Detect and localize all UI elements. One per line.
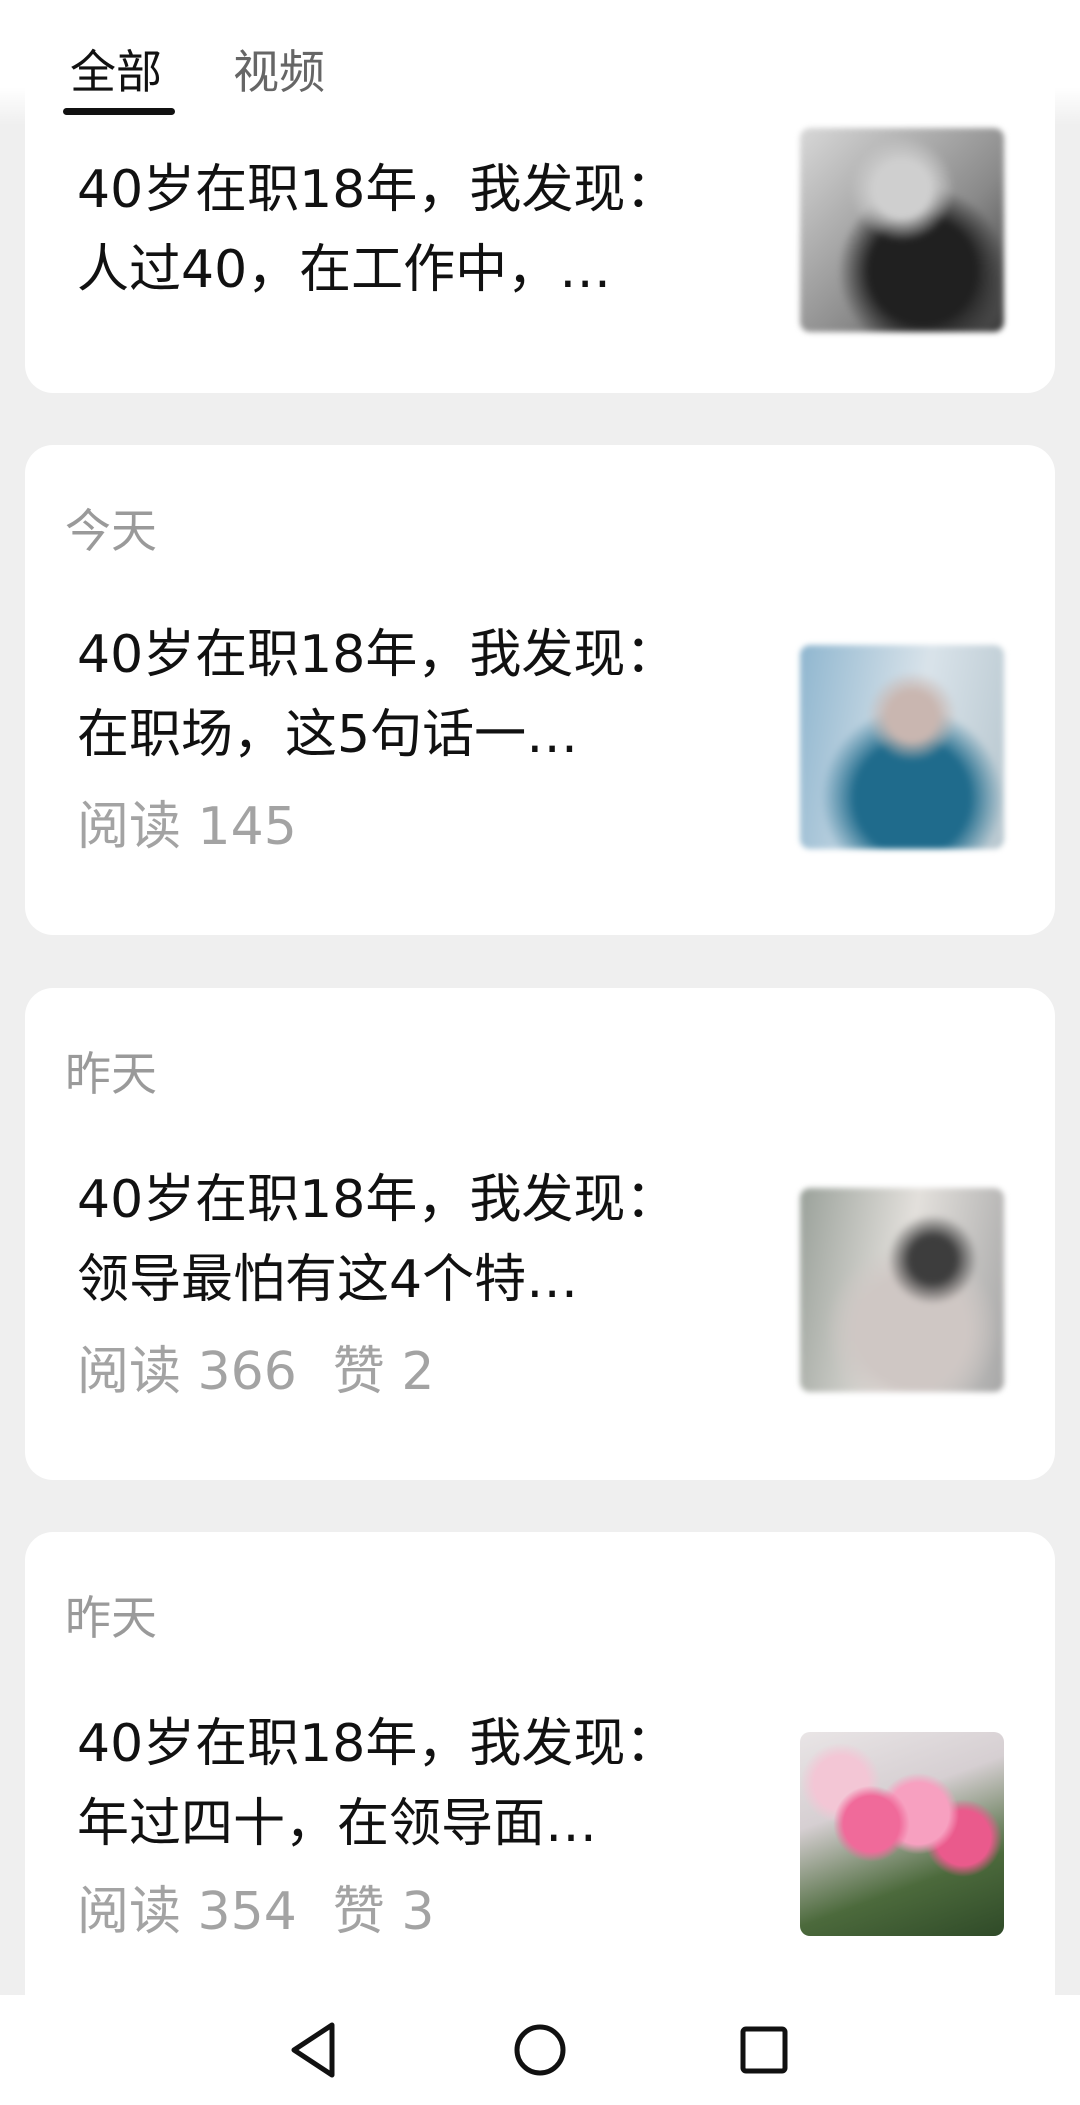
article-thumbnail xyxy=(800,128,1004,332)
article-stats: 阅读 366 赞 2 xyxy=(77,1340,434,1404)
article-title: 40岁在职18年，我发现： 年过四十，在领导面… xyxy=(77,1704,777,1864)
like-count: 赞 3 xyxy=(332,1882,435,1942)
tab-video[interactable]: 视频 xyxy=(233,44,325,100)
read-count: 阅读 366 xyxy=(77,1342,297,1402)
article-title-line1: 40岁在职18年，我发现： xyxy=(77,160,678,220)
article-card[interactable]: 昨天 40岁在职18年，我发现： 领导最怕有这4个特… 阅读 366 赞 2 xyxy=(25,988,1055,1480)
article-title: 40岁在职18年，我发现： 领导最怕有这4个特… xyxy=(77,1160,777,1320)
screen: 全部 视频 40岁在职18年，我发现： 人过40，在工作中，… 今天 40岁在职… xyxy=(0,0,1080,2105)
article-stats: 阅读 354 赞 3 xyxy=(77,1880,434,1944)
back-triangle-icon[interactable] xyxy=(282,2017,348,2083)
article-title: 40岁在职18年，我发现： 人过40，在工作中，… xyxy=(77,150,777,310)
article-title-line1: 40岁在职18年，我发现： xyxy=(77,1170,678,1230)
article-title-line2: 人过40，在工作中，… xyxy=(77,240,612,300)
read-count: 阅读 354 xyxy=(77,1882,297,1942)
active-tab-indicator xyxy=(63,108,175,115)
article-title-line2: 领导最怕有这4个特… xyxy=(77,1250,579,1310)
article-date: 今天 xyxy=(65,504,157,558)
tab-bar: 全部 视频 xyxy=(0,0,1080,125)
article-thumbnail xyxy=(800,645,1004,849)
article-title: 40岁在职18年，我发现： 在职场，这5句话一… xyxy=(77,615,777,775)
article-date: 昨天 xyxy=(65,1047,157,1101)
article-date: 昨天 xyxy=(65,1591,157,1645)
article-thumbnail xyxy=(800,1732,1004,1936)
home-circle-icon[interactable] xyxy=(507,2017,573,2083)
read-count: 阅读 145 xyxy=(77,797,297,857)
recent-apps-square-icon[interactable] xyxy=(731,2017,797,2083)
article-card[interactable]: 今天 40岁在职18年，我发现： 在职场，这5句话一… 阅读 145 xyxy=(25,445,1055,935)
article-thumbnail xyxy=(800,1188,1004,1392)
article-title-line1: 40岁在职18年，我发现： xyxy=(77,625,678,685)
article-title-line1: 40岁在职18年，我发现： xyxy=(77,1714,678,1774)
tab-all[interactable]: 全部 xyxy=(70,44,162,100)
article-card[interactable]: 昨天 40岁在职18年，我发现： 年过四十，在领导面… 阅读 354 赞 3 xyxy=(25,1532,1055,2022)
like-count: 赞 2 xyxy=(332,1342,435,1402)
article-title-line2: 年过四十，在领导面… xyxy=(77,1794,598,1854)
system-navigation-bar xyxy=(0,1995,1080,2105)
article-title-line2: 在职场，这5句话一… xyxy=(77,705,579,765)
article-stats: 阅读 145 xyxy=(77,795,297,859)
